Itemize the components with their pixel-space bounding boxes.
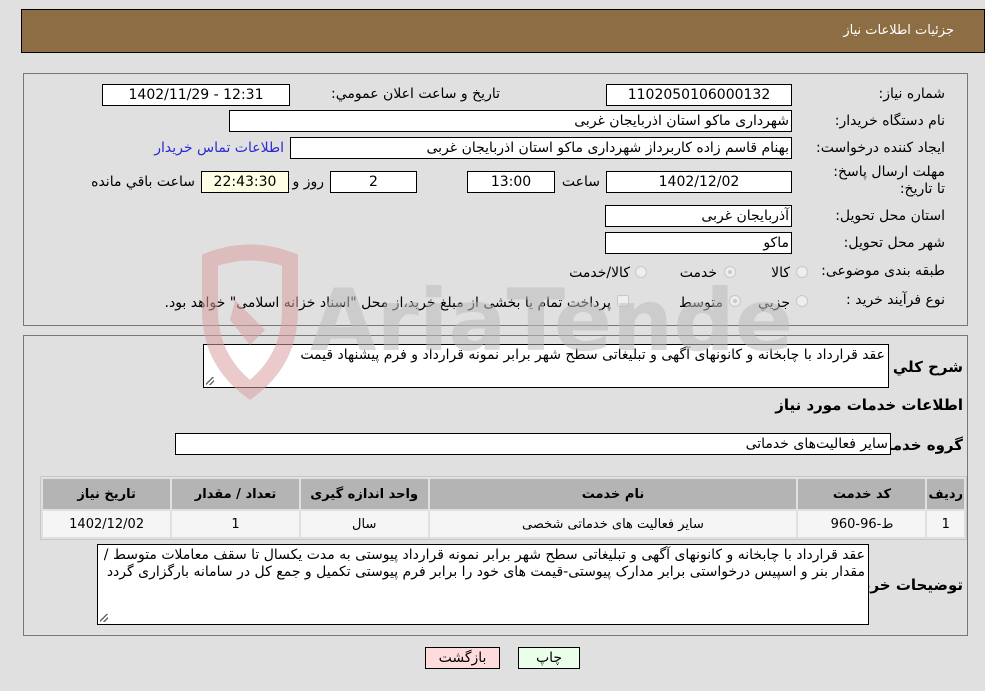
category-goods-service-label: کالا/خدمت [569,265,630,281]
services-table: رديف کد خدمت نام خدمت واحد اندازه گيری ت… [40,476,967,540]
description-textarea[interactable]: عقد قرارداد با چابخانه و کانونهای آگهی و… [203,344,889,388]
col-unit-header: واحد اندازه گيری [300,479,428,509]
cell-name: سایر فعالیت های خدماتی شخصی [429,511,797,537]
process-radio-minor[interactable] [796,295,808,307]
need-info-panel: شماره نیاز: 1102050106000132 تاریخ و ساع… [23,73,968,326]
buyer-notes-textarea[interactable]: عقد قرارداد با چابخانه و کانونهای آگهی و… [97,544,869,625]
description-text: عقد قرارداد با چابخانه و کانونهای آگهی و… [300,347,885,363]
deadline-time-label: ساعت [561,174,600,190]
process-radio-medium[interactable] [729,295,741,307]
service-group-field[interactable]: سایر فعالیت‌های خدماتی [175,433,891,455]
need-number-field[interactable]: 1102050106000132 [606,84,792,106]
process-label: نوع فرآيند خريد : [846,292,945,308]
city-label: شهر محل تحويل: [843,235,945,251]
cell-date: 1402/12/02 [43,511,171,537]
cell-unit: سال [300,511,428,537]
buyer-org-label: نام دستگاه خريدار: [834,113,945,129]
announce-datetime-value: 1402/11/29 - 12:31 [128,87,264,103]
print-button[interactable]: چاپ [518,647,580,669]
days-label: روز و [292,174,325,190]
buyer-notes-text: عقد قرارداد با چابخانه و کانونهای آگهی و… [103,547,865,580]
buyer-contact-link[interactable]: اطلاعات تماس خريدار [154,140,284,156]
col-date-header: تاريخ نياز [43,479,171,509]
deadline-time-field[interactable]: 13:00 [467,171,555,193]
announce-datetime-field[interactable]: 1402/11/29 - 12:31 [102,84,290,106]
cell-qty: 1 [172,511,299,537]
need-number-label: شماره نیاز: [878,86,946,102]
services-table-header: رديف کد خدمت نام خدمت واحد اندازه گيری ت… [43,479,964,509]
col-row-header: رديف [927,479,964,509]
need-details-panel: شرح کلي نياز: عقد قرارداد با چابخانه و ک… [23,335,968,636]
page-header: جزئیات اطلاعات نیاز [21,9,985,53]
remaining-days-field[interactable]: 2 [330,171,417,193]
category-radio-goods-service[interactable] [635,266,647,278]
page-title: جزئیات اطلاعات نیاز [843,23,954,38]
city-field[interactable]: ماکو [605,232,792,254]
deadline-date-field[interactable]: 1402/12/02 [606,171,792,193]
resize-handle-icon[interactable] [100,614,108,622]
process-medium-label: متوسط [679,295,723,311]
province-label: استان محل تحويل: [835,208,945,224]
category-radio-goods[interactable] [796,266,808,278]
buyer-org-field[interactable]: شهرداری ماکو استان اذربایجان غربی [229,110,792,132]
treasury-checkbox[interactable] [617,295,629,307]
cell-row: 1 [927,511,964,537]
remaining-label: ساعت باقي مانده [91,174,195,190]
category-goods-label: کالا [771,265,790,281]
cell-code: ط-96-960 [798,511,926,537]
creator-field[interactable]: بهنام قاسم زاده کاربرداز شهرداری ماکو اس… [290,137,792,159]
col-qty-header: تعداد / مقدار [172,479,299,509]
services-title: اطلاعات خدمات مورد نياز [775,396,963,414]
creator-label: ايجاد کننده درخواست: [816,140,945,156]
col-code-header: کد خدمت [798,479,926,509]
category-radio-service[interactable] [724,266,736,278]
process-minor-label: جزيي [758,295,790,311]
col-name-header: نام خدمت [429,479,797,509]
remaining-time-field[interactable]: 22:43:30 [201,171,289,193]
province-field[interactable]: آذربایجان غربی [605,205,792,227]
treasury-note: پرداخت تمام يا بخشی از مبلغ خريد،از محل … [164,295,611,311]
back-button[interactable]: بازگشت [425,647,500,669]
category-service-label: خدمت [679,265,717,281]
announce-label: تاریخ و ساعت اعلان عمومي: [331,86,500,102]
table-row: 1 ط-96-960 سایر فعالیت های خدماتی شخصی س… [43,511,964,537]
deadline-label: مهلت ارسال پاسخ: تا تاریخ: [833,164,945,197]
resize-handle-icon[interactable] [206,377,214,385]
category-label: طبقه بندی موضوعی: [821,263,945,279]
